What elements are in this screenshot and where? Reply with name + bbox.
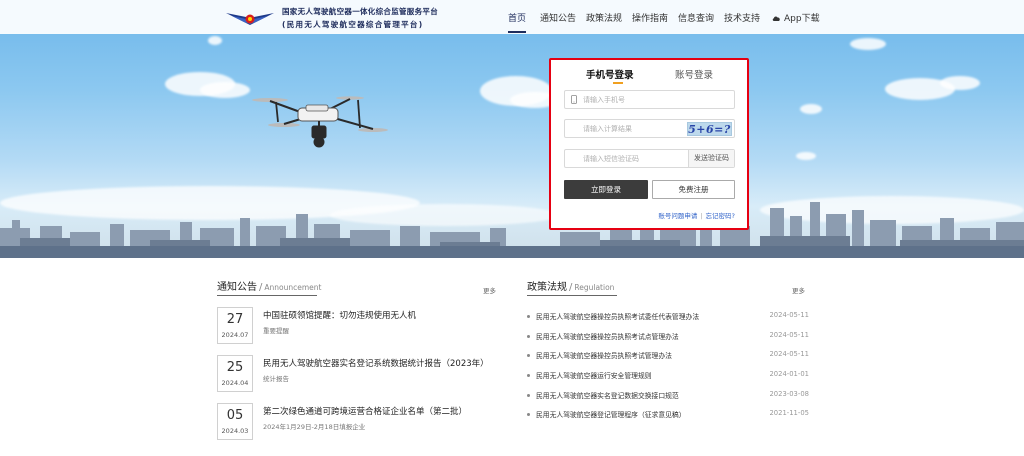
mobile-phone-icon <box>571 95 577 104</box>
calc-result-input[interactable] <box>583 122 693 135</box>
cloud <box>796 152 816 160</box>
cloud <box>200 82 250 98</box>
notice-tag: 统计报告 <box>263 375 289 383</box>
regulation-title[interactable]: 民用无人驾驶航空器运行安全管理规则 <box>536 370 652 380</box>
nav-app-download-label: App下载 <box>784 14 820 24</box>
notice-month: 2024.04 <box>221 379 249 387</box>
login-tabs: 手机号登录 账号登录 <box>551 67 747 87</box>
notice-month: 2024.07 <box>221 331 249 339</box>
notice-title[interactable]: 民用无人驾驶航空器实名登记系统数据统计报告（2023年） <box>263 357 489 369</box>
notice-date: 27 2024.07 <box>217 307 253 344</box>
notice-day: 27 <box>226 312 244 327</box>
regulation-date: 2024-05-11 <box>769 350 809 358</box>
login-panel: 手机号登录 账号登录 5+6=? 发送验证码 立即登录 免费注册 账号问题申请|… <box>549 58 749 230</box>
nav-notices[interactable]: 通知公告 <box>540 11 576 24</box>
sms-code-input[interactable] <box>583 152 693 165</box>
regulation-title[interactable]: 民用无人驾驶航空器操控员执照考试点管理办法 <box>536 331 679 341</box>
forgot-password-link[interactable]: 忘记密码? <box>706 212 735 220</box>
regulation-date: 2021-11-05 <box>769 409 809 417</box>
nav-home[interactable]: 首页 <box>508 11 527 33</box>
nav-guide[interactable]: 操作指南 <box>632 11 668 24</box>
send-sms-button[interactable]: 发送验证码 <box>688 150 734 167</box>
login-button[interactable]: 立即登录 <box>564 180 648 199</box>
register-button[interactable]: 免费注册 <box>652 180 735 199</box>
phone-input[interactable] <box>583 93 693 106</box>
regulation-title[interactable]: 民用无人驾驶航空器操控员执照考试委任代表管理办法 <box>536 311 699 321</box>
notice-month: 2024.03 <box>221 427 249 435</box>
bullet-icon <box>527 335 530 338</box>
notices-title[interactable]: 通知公告 <box>217 282 257 293</box>
drone-image <box>252 96 388 148</box>
notices-underline <box>217 295 317 296</box>
nav-tech-support[interactable]: 技术支持 <box>724 11 760 24</box>
notice-item[interactable]: 05 2024.03 第二次绿色通道可跨境运营合格证企业名单（第二批） 2024… <box>217 403 502 443</box>
bullet-icon <box>527 354 530 357</box>
hero-banner <box>0 0 1024 258</box>
bullet-icon <box>527 315 530 318</box>
bullet-icon <box>527 374 530 377</box>
regulation-item[interactable]: 民用无人驾驶航空器登记管理程序（征求意见稿） 2021-11-05 <box>527 409 809 421</box>
active-tab-indicator <box>613 82 623 84</box>
regulation-item[interactable]: 民用无人驾驶航空器实名登记数据交换接口规范 2023-03-08 <box>527 390 809 402</box>
notices-more-link[interactable]: 更多 <box>483 285 496 295</box>
notice-date: 25 2024.04 <box>217 355 253 392</box>
account-problem-link[interactable]: 账号问题申请 <box>658 212 697 220</box>
login-help-links: 账号问题申请 | 忘记密码? <box>658 210 735 220</box>
tab-account-login[interactable]: 账号登录 <box>675 67 713 81</box>
regulation-item[interactable]: 民用无人驾驶航空器操控员执照考试管理办法 2024-05-11 <box>527 350 809 362</box>
notice-item[interactable]: 25 2024.04 民用无人驾驶航空器实名登记系统数据统计报告（2023年） … <box>217 355 502 395</box>
cloud <box>800 104 822 114</box>
regulation-date: 2024-01-01 <box>769 370 809 378</box>
notice-title[interactable]: 第二次绿色通道可跨境运营合格证企业名单（第二批） <box>263 405 467 417</box>
regulations-more-link[interactable]: 更多 <box>792 285 805 295</box>
regulation-date: 2024-05-11 <box>769 311 809 319</box>
notice-title[interactable]: 中国驻硕领馆提醒：切勿违规使用无人机 <box>263 309 416 321</box>
regulation-date: 2023-03-08 <box>769 390 809 398</box>
cloud <box>850 38 886 50</box>
notices-heading: 通知公告 / Announcement <box>217 282 322 293</box>
regulation-title[interactable]: 民用无人驾驶航空器登记管理程序（征求意见稿） <box>536 409 686 419</box>
regulation-date: 2024-05-11 <box>769 331 809 339</box>
notice-tag: 重要提醒 <box>263 327 289 335</box>
bullet-icon <box>527 394 530 397</box>
regulations-title[interactable]: 政策法规 <box>527 282 567 293</box>
nav-app-download[interactable]: App下载 <box>772 11 820 24</box>
notice-date: 05 2024.03 <box>217 403 253 440</box>
regulations-underline <box>527 295 617 296</box>
link-separator: | <box>700 212 703 220</box>
sms-field: 发送验证码 <box>564 149 735 168</box>
cloud-download-icon <box>772 16 780 21</box>
notice-tag: 2024年1月29日-2月18日填报企业 <box>263 423 366 431</box>
tab-phone-login[interactable]: 手机号登录 <box>586 67 634 81</box>
regulation-item[interactable]: 民用无人驾驶航空器操控员执照考试点管理办法 2024-05-11 <box>527 331 809 343</box>
captcha-field: 5+6=? <box>564 119 735 138</box>
regulation-title[interactable]: 民用无人驾驶航空器实名登记数据交换接口规范 <box>536 390 679 400</box>
notices-subtitle: Announcement <box>264 283 322 292</box>
phone-field <box>564 90 735 109</box>
cloud <box>940 76 980 90</box>
notice-day: 25 <box>226 360 244 375</box>
regulations-heading: 政策法规 / Regulation <box>527 282 615 293</box>
nav-regulations[interactable]: 政策法规 <box>586 11 622 24</box>
captcha-image[interactable]: 5+6=? <box>687 122 732 136</box>
notices-header: 通知公告 / Announcement <box>217 278 322 296</box>
bullet-icon <box>527 413 530 416</box>
notice-item[interactable]: 27 2024.07 中国驻硕领馆提醒：切勿违规使用无人机 重要提醒 <box>217 307 502 347</box>
regulation-item[interactable]: 民用无人驾驶航空器操控员执照考试委任代表管理办法 2024-05-11 <box>527 311 809 323</box>
nav-info-query[interactable]: 信息查询 <box>678 11 714 24</box>
regulation-title[interactable]: 民用无人驾驶航空器操控员执照考试管理办法 <box>536 350 672 360</box>
regulations-header: 政策法规 / Regulation <box>527 278 617 296</box>
notice-day: 05 <box>226 408 244 423</box>
regulation-item[interactable]: 民用无人驾驶航空器运行安全管理规则 2024-01-01 <box>527 370 809 382</box>
regulations-subtitle: Regulation <box>574 283 615 292</box>
city-skyline <box>0 202 1024 258</box>
cloud <box>208 36 222 45</box>
main-nav: 首页 通知公告 政策法规 操作指南 信息查询 技术支持 App下载 <box>0 0 1024 34</box>
